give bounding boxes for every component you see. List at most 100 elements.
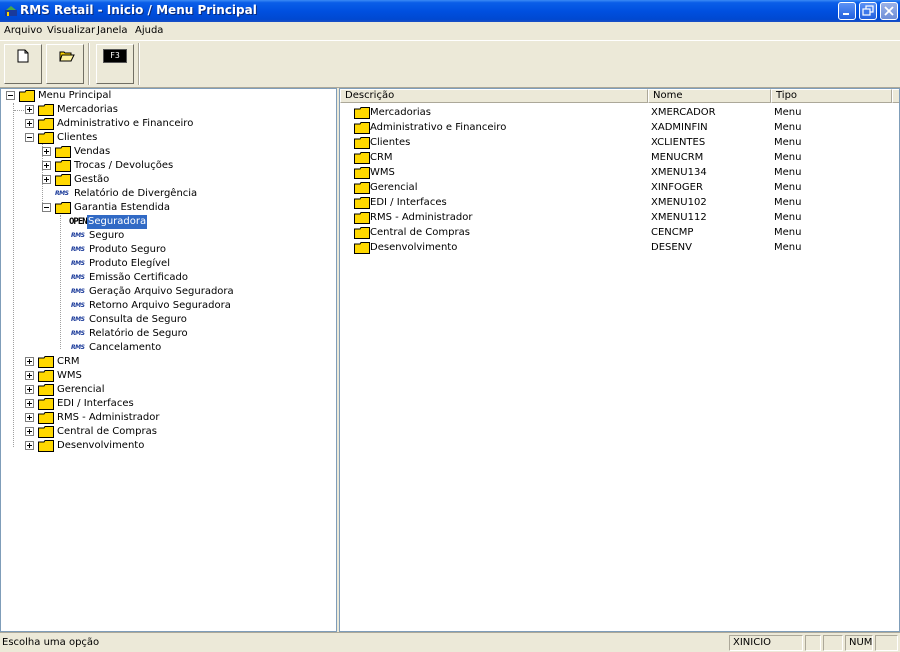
- tree-item-garantia-estendida[interactable]: Garantia Estendida: [1, 201, 331, 215]
- tree-item-produto-elegivel[interactable]: RMS Produto Elegível: [1, 257, 331, 271]
- list-row[interactable]: WMS XMENU134 Menu: [340, 165, 895, 180]
- menu-arquivo[interactable]: Arquivo: [4, 25, 42, 36]
- menu-tree[interactable]: Menu Principal Mercadorias Administrativ…: [0, 88, 337, 632]
- minimize-icon: [843, 13, 849, 15]
- column-header-descricao[interactable]: Descrição: [340, 89, 648, 103]
- tree-label: Consulta de Seguro: [89, 314, 187, 325]
- tree-item-trocas[interactable]: Trocas / Devoluções: [1, 159, 331, 173]
- expand-icon[interactable]: [25, 399, 34, 408]
- tree-item-gerencial[interactable]: Gerencial: [1, 383, 331, 397]
- collapse-icon[interactable]: [42, 203, 51, 212]
- menu-ajuda[interactable]: Ajuda: [135, 25, 163, 36]
- rms-program-icon: RMS: [55, 190, 69, 197]
- list-row[interactable]: Mercadorias XMERCADOR Menu: [340, 105, 895, 120]
- expand-icon[interactable]: [25, 357, 34, 366]
- cell-descricao: Central de Compras: [370, 227, 470, 238]
- minimize-button[interactable]: [838, 2, 856, 20]
- open-program-icon: OPEN: [69, 217, 88, 227]
- list-row[interactable]: CRM MENUCRM Menu: [340, 150, 895, 165]
- status-panel-empty: [875, 635, 898, 651]
- title-bar[interactable]: RMS Retail - Inicio / Menu Principal: [0, 0, 900, 22]
- expand-icon[interactable]: [25, 371, 34, 380]
- menu-visualizar[interactable]: Visualizar: [47, 25, 95, 36]
- column-header-nome[interactable]: Nome: [648, 89, 771, 103]
- folder-icon: [19, 90, 35, 102]
- tree-item-desenvolvimento[interactable]: Desenvolvimento: [1, 439, 331, 453]
- tree-item-central-compras[interactable]: Central de Compras: [1, 425, 331, 439]
- tree-item-clientes[interactable]: Clientes: [1, 131, 331, 145]
- tree-item-seguro[interactable]: RMS Seguro: [1, 229, 331, 243]
- collapse-icon[interactable]: [25, 133, 34, 142]
- expand-icon[interactable]: [42, 175, 51, 184]
- cell-descricao: Mercadorias: [370, 107, 431, 118]
- toolbar-separator: [88, 43, 90, 85]
- tree-item-relatorio-seguro[interactable]: RMS Relatório de Seguro: [1, 327, 331, 341]
- folder-icon: [354, 212, 370, 224]
- expand-icon[interactable]: [25, 427, 34, 436]
- tree-item-consulta-seguro[interactable]: RMS Consulta de Seguro: [1, 313, 331, 327]
- cell-nome: XMERCADOR: [651, 107, 716, 118]
- tree-item-gestao[interactable]: Gestão: [1, 173, 331, 187]
- tree-item-relatorio-divergencia[interactable]: RMS Relatório de Divergência: [1, 187, 331, 201]
- tree-label: Seguro: [89, 230, 125, 241]
- folder-icon: [55, 160, 71, 172]
- tree-item-edi[interactable]: EDI / Interfaces: [1, 397, 331, 411]
- column-header-tipo[interactable]: Tipo: [771, 89, 892, 103]
- folder-icon: [354, 137, 370, 149]
- tree-item-crm[interactable]: CRM: [1, 355, 331, 369]
- folder-icon: [38, 426, 54, 438]
- tree-item-administrativo[interactable]: Administrativo e Financeiro: [1, 117, 331, 131]
- expand-icon[interactable]: [25, 385, 34, 394]
- folder-icon: [38, 104, 54, 116]
- cell-tipo: Menu: [774, 137, 802, 148]
- cell-tipo: Menu: [774, 182, 802, 193]
- tree-item-rms-administrador[interactable]: RMS - Administrador: [1, 411, 331, 425]
- rms-program-icon: RMS: [71, 302, 85, 309]
- tree-item-geracao-arquivo[interactable]: RMS Geração Arquivo Seguradora: [1, 285, 331, 299]
- tree-item-cancelamento[interactable]: RMS Cancelamento: [1, 341, 331, 355]
- tree-item-emissao-certificado[interactable]: RMS Emissão Certificado: [1, 271, 331, 285]
- rms-program-icon: RMS: [71, 246, 85, 253]
- tree-label: Trocas / Devoluções: [74, 160, 174, 171]
- tree-label: Produto Seguro: [89, 244, 166, 255]
- tree-label: CRM: [57, 356, 80, 367]
- open-button[interactable]: [46, 44, 84, 84]
- tree-item-menu-principal[interactable]: Menu Principal: [1, 89, 331, 103]
- expand-icon[interactable]: [42, 147, 51, 156]
- expand-icon[interactable]: [25, 119, 34, 128]
- tree-item-retorno-arquivo[interactable]: RMS Retorno Arquivo Seguradora: [1, 299, 331, 313]
- window-title: RMS Retail - Inicio / Menu Principal: [20, 3, 257, 17]
- tree-label: Gestão: [74, 174, 110, 185]
- folder-icon: [38, 398, 54, 410]
- list-row[interactable]: Desenvolvimento DESENV Menu: [340, 240, 895, 255]
- expand-icon[interactable]: [25, 441, 34, 450]
- tree-item-seguradora[interactable]: OPEN Seguradora: [1, 215, 331, 229]
- expand-icon[interactable]: [25, 105, 34, 114]
- list-row[interactable]: Clientes XCLIENTES Menu: [340, 135, 895, 150]
- new-button[interactable]: [4, 44, 42, 84]
- cell-tipo: Menu: [774, 242, 802, 253]
- list-row[interactable]: RMS - Administrador XMENU112 Menu: [340, 210, 895, 225]
- close-button[interactable]: [880, 2, 898, 20]
- f3-button[interactable]: F3: [96, 44, 134, 84]
- list-row[interactable]: Administrativo e Financeiro XADMINFIN Menu: [340, 120, 895, 135]
- tree-label: Geração Arquivo Seguradora: [89, 286, 234, 297]
- expand-icon[interactable]: [25, 413, 34, 422]
- cell-descricao: Desenvolvimento: [370, 242, 458, 253]
- menu-janela[interactable]: Janela: [97, 25, 127, 36]
- folder-icon: [354, 227, 370, 239]
- tree-item-vendas[interactable]: Vendas: [1, 145, 331, 159]
- collapse-icon[interactable]: [6, 91, 15, 100]
- list-row[interactable]: Gerencial XINFOGER Menu: [340, 180, 895, 195]
- list-row[interactable]: EDI / Interfaces XMENU102 Menu: [340, 195, 895, 210]
- folder-icon: [38, 370, 54, 382]
- restore-button[interactable]: [859, 2, 877, 20]
- cell-descricao: Administrativo e Financeiro: [370, 122, 507, 133]
- tree-item-mercadorias[interactable]: Mercadorias: [1, 103, 331, 117]
- expand-icon[interactable]: [42, 161, 51, 170]
- folder-icon: [38, 356, 54, 368]
- menu-list-view[interactable]: Descrição Nome Tipo Mercadorias XMERCADOR…: [339, 88, 900, 632]
- tree-item-wms[interactable]: WMS: [1, 369, 331, 383]
- list-row[interactable]: Central de Compras CENCMP Menu: [340, 225, 895, 240]
- tree-item-produto-seguro[interactable]: RMS Produto Seguro: [1, 243, 331, 257]
